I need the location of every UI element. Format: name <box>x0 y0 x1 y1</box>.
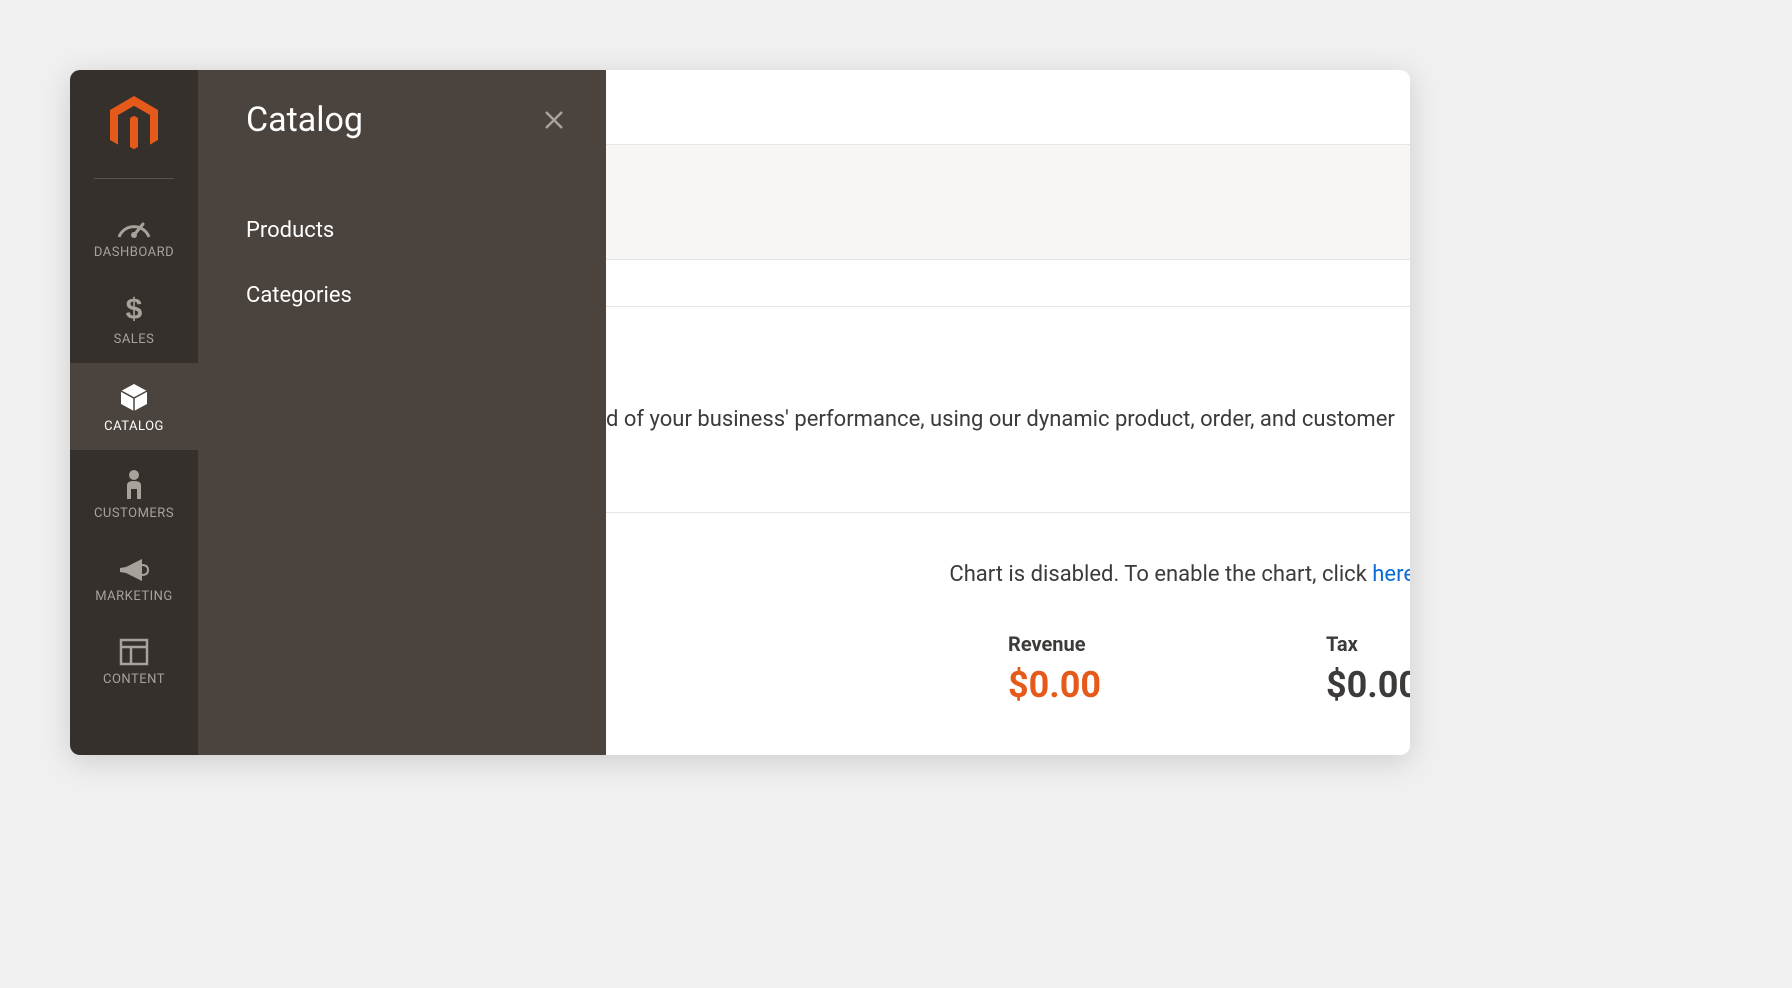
sidebar-item-label: CUSTOMERS <box>94 506 174 521</box>
close-icon <box>542 108 566 132</box>
chart-disabled-text: Chart is disabled. To enable the chart, … <box>949 562 1372 587</box>
sidebar: DASHBOARD $ SALES CATALOG <box>70 70 198 755</box>
layout-icon <box>119 638 149 666</box>
header-strip <box>606 70 1410 145</box>
sidebar-item-label: SALES <box>114 332 155 347</box>
sidebar-item-label: DASHBOARD <box>94 245 174 260</box>
stats-row: Revenue $0.00 Tax $0.00 <box>606 632 1410 706</box>
stat-tax: Tax $0.00 <box>1326 632 1410 706</box>
catalog-flyout-panel: Catalog Products Categories <box>198 70 606 755</box>
box-icon <box>118 381 150 413</box>
stat-label: Revenue <box>1008 632 1326 656</box>
chart-disabled-message: Chart is disabled. To enable the chart, … <box>949 562 1410 587</box>
person-icon <box>123 468 145 500</box>
flyout-title: Catalog <box>246 100 558 140</box>
stat-revenue: Revenue $0.00 <box>1008 632 1326 706</box>
stat-value: $0.00 <box>1008 664 1326 706</box>
title-strip <box>606 145 1410 260</box>
sidebar-item-dashboard[interactable]: DASHBOARD <box>70 197 198 276</box>
sub-strip <box>606 260 1410 307</box>
stat-value: $0.00 <box>1326 664 1410 706</box>
close-button[interactable] <box>542 108 566 136</box>
divider <box>606 512 1410 513</box>
dollar-icon: $ <box>122 294 146 326</box>
sidebar-item-label: MARKETING <box>95 589 173 604</box>
magento-logo-icon[interactable] <box>106 94 162 160</box>
svg-text:$: $ <box>126 294 143 326</box>
sidebar-item-label: CONTENT <box>103 672 165 687</box>
sidebar-item-catalog[interactable]: CATALOG <box>70 363 198 450</box>
megaphone-icon <box>118 555 150 583</box>
sidebar-item-marketing[interactable]: MARKETING <box>70 537 198 620</box>
gauge-icon <box>116 215 152 239</box>
stat-label: Tax <box>1326 632 1410 656</box>
flyout-item-categories[interactable]: Categories <box>246 283 558 308</box>
flyout-item-products[interactable]: Products <box>246 218 558 243</box>
sidebar-item-content[interactable]: CONTENT <box>70 620 198 703</box>
intro-text: d of your business' performance, using o… <box>606 407 1410 432</box>
sidebar-item-customers[interactable]: CUSTOMERS <box>70 450 198 537</box>
logo-divider <box>94 178 174 179</box>
main-content: d of your business' performance, using o… <box>606 70 1410 755</box>
sidebar-item-sales[interactable]: $ SALES <box>70 276 198 363</box>
app-window: DASHBOARD $ SALES CATALOG <box>70 70 1410 755</box>
enable-chart-link[interactable]: here <box>1372 562 1410 587</box>
main-body: d of your business' performance, using o… <box>606 307 1410 755</box>
sidebar-item-label: CATALOG <box>104 419 164 434</box>
